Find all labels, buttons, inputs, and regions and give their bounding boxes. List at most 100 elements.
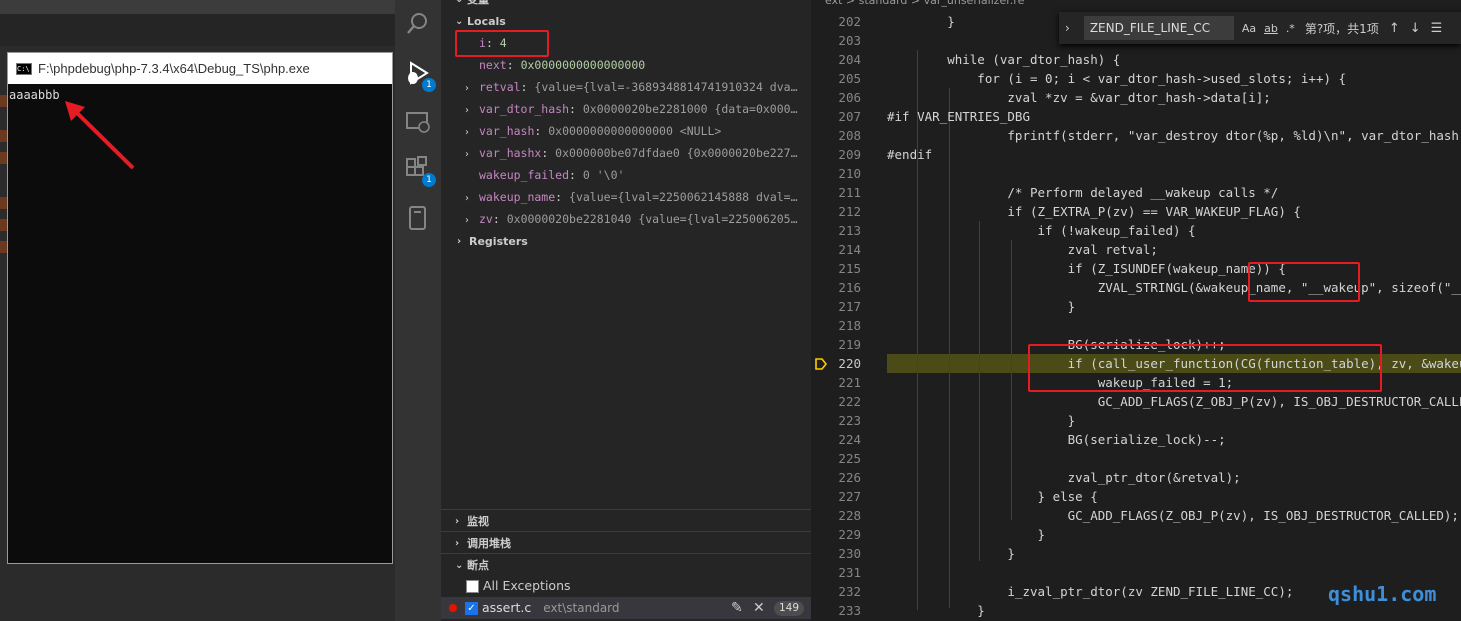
code-line[interactable]: } xyxy=(887,544,1015,563)
line-number[interactable]: 217 xyxy=(811,297,861,316)
line-number[interactable]: 211 xyxy=(811,183,861,202)
chevron-right-icon[interactable]: › xyxy=(465,78,479,98)
locals-header[interactable]: ⌄ Locals xyxy=(441,10,811,32)
previous-match-button[interactable]: ↑ xyxy=(1389,21,1400,36)
line-number[interactable]: 209 xyxy=(811,145,861,164)
chevron-right-icon[interactable]: › xyxy=(465,144,479,164)
breakpoint-checkbox[interactable]: ✓ xyxy=(465,601,478,615)
regex-toggle[interactable]: .* xyxy=(1286,22,1295,35)
line-number[interactable]: 227 xyxy=(811,487,861,506)
line-number[interactable]: 215 xyxy=(811,259,861,278)
registers-header[interactable]: › Registers xyxy=(441,230,811,252)
all-exceptions-checkbox[interactable] xyxy=(466,579,479,593)
line-number[interactable]: 205 xyxy=(811,69,861,88)
extensions-icon[interactable]: 1 xyxy=(404,155,436,187)
code-line[interactable]: for (i = 0; i < var_dtor_hash->used_slot… xyxy=(887,69,1346,88)
code-line[interactable]: BG(serialize_lock)--; xyxy=(887,430,1226,449)
code-line[interactable]: fprintf(stderr, "var_destroy dtor(%p, %l… xyxy=(887,126,1461,145)
line-number[interactable]: 219 xyxy=(811,335,861,354)
code-line[interactable]: if (Z_ISUNDEF(wakeup_name)) { xyxy=(887,259,1286,278)
code-line[interactable]: while (var_dtor_hash) { xyxy=(887,50,1120,69)
line-number[interactable]: 229 xyxy=(811,525,861,544)
console-titlebar[interactable]: C:\ F:\phpdebug\php-7.3.4\x64\Debug_TS\p… xyxy=(8,53,392,84)
code-line[interactable]: } xyxy=(887,297,1076,316)
line-number[interactable]: 230 xyxy=(811,544,861,563)
chevron-right-icon[interactable]: › xyxy=(465,100,479,120)
breakpoints-section-header[interactable]: ⌄ 断点 xyxy=(441,554,811,576)
line-number[interactable]: 221 xyxy=(811,373,861,392)
close-icon[interactable]: ✕ xyxy=(753,597,765,619)
variable-row[interactable]: wakeup_failed: 0 '\0' xyxy=(441,164,811,186)
code-line[interactable]: if (call_user_function(CG(function_table… xyxy=(887,354,1461,373)
variable-row[interactable]: › wakeup_name: {value={lval=2250062145888… xyxy=(441,186,811,208)
line-number[interactable]: 203 xyxy=(811,31,861,50)
variable-row[interactable]: › retval: {value={lval=-36893488147419103… xyxy=(441,76,811,98)
variable-row[interactable]: › var_dtor_hash: 0x0000020be2281000 {data… xyxy=(441,98,811,120)
breadcrumb[interactable]: ext > standard > var_unserializer.re xyxy=(825,0,1024,8)
code-editor[interactable]: ext > standard > var_unserializer.re 202… xyxy=(811,0,1461,621)
variable-row[interactable]: › var_hashx: 0x000000be07dfdae0 {0x000002… xyxy=(441,142,811,164)
code-line[interactable]: zval retval; xyxy=(887,240,1158,259)
code-line[interactable]: #if VAR_ENTRIES_DBG xyxy=(887,107,1030,126)
line-number[interactable]: 214 xyxy=(811,240,861,259)
chevron-right-icon[interactable]: › xyxy=(465,188,479,208)
code-line[interactable]: zval_ptr_dtor(&retval); xyxy=(887,468,1241,487)
code-line[interactable]: #endif xyxy=(887,145,932,164)
code-line[interactable]: i_zval_ptr_dtor(zv ZEND_FILE_LINE_CC); xyxy=(887,582,1293,601)
search-icon[interactable] xyxy=(404,10,432,38)
line-number[interactable]: 210 xyxy=(811,164,861,183)
code-line[interactable]: } xyxy=(887,411,1076,430)
code-line[interactable]: GC_ADD_FLAGS(Z_OBJ_P(zv), IS_OBJ_DESTRUC… xyxy=(887,506,1459,525)
line-number[interactable]: 216 xyxy=(811,278,861,297)
line-number[interactable]: 208 xyxy=(811,126,861,145)
code-line[interactable]: wakeup_failed = 1; xyxy=(887,373,1233,392)
line-number[interactable]: 228 xyxy=(811,506,861,525)
chevron-right-icon[interactable]: › xyxy=(465,122,479,142)
edit-icon[interactable]: ✎ xyxy=(731,597,743,619)
code-line[interactable]: ZVAL_STRINGL(&wakeup_name, "__wakeup", s… xyxy=(887,278,1461,297)
breakpoint-item[interactable]: ✓ assert.c ext\standard ✎ ✕ 149 xyxy=(441,597,811,619)
line-number[interactable]: 202 xyxy=(811,12,861,31)
line-number[interactable]: 232 xyxy=(811,582,861,601)
debug-icon[interactable]: 1 xyxy=(404,60,436,92)
code-line[interactable]: /* Perform delayed __wakeup calls */ xyxy=(887,183,1278,202)
variable-row[interactable]: › var_hash: 0x0000000000000000 <NULL> xyxy=(441,120,811,142)
code-line[interactable]: } xyxy=(887,12,955,31)
watch-section-header[interactable]: › 监视 xyxy=(441,510,811,532)
all-exceptions-breakpoint[interactable]: All Exceptions xyxy=(441,575,811,597)
line-number[interactable]: 218 xyxy=(811,316,861,335)
find-input[interactable]: ZEND_FILE_LINE_CC xyxy=(1083,16,1234,40)
line-number[interactable]: 231 xyxy=(811,563,861,582)
chevron-right-icon[interactable]: › xyxy=(465,210,479,230)
line-number[interactable]: 213 xyxy=(811,221,861,240)
line-number[interactable]: 212 xyxy=(811,202,861,221)
callstack-section-header[interactable]: › 调用堆栈 xyxy=(441,532,811,554)
code-line[interactable]: } xyxy=(887,525,1046,544)
line-number[interactable]: 204 xyxy=(811,50,861,69)
match-case-toggle[interactable]: Aa xyxy=(1242,22,1256,35)
variable-row[interactable]: i: 4 xyxy=(441,32,811,54)
code-line[interactable]: zval *zv = &var_dtor_hash->data[i]; xyxy=(887,88,1270,107)
find-widget[interactable]: › ZEND_FILE_LINE_CC Aa ab .* 第?项，共1项 ↑ ↓… xyxy=(1059,12,1461,44)
next-match-button[interactable]: ↓ xyxy=(1410,21,1421,36)
line-number[interactable]: 220 xyxy=(811,354,861,373)
line-number[interactable]: 206 xyxy=(811,88,861,107)
line-number[interactable]: 226 xyxy=(811,468,861,487)
code-line[interactable]: } else { xyxy=(887,487,1098,506)
line-number[interactable]: 222 xyxy=(811,392,861,411)
code-line[interactable]: GC_ADD_FLAGS(Z_OBJ_P(zv), IS_OBJ_DESTRUC… xyxy=(887,392,1461,411)
line-number[interactable]: 225 xyxy=(811,449,861,468)
variables-section-header[interactable]: ⌄变量 xyxy=(441,0,811,10)
line-number[interactable]: 223 xyxy=(811,411,861,430)
code-line[interactable]: BG(serialize_lock)++; xyxy=(887,335,1226,354)
device-icon[interactable] xyxy=(404,204,432,232)
line-number[interactable]: 207 xyxy=(811,107,861,126)
chevron-right-icon[interactable]: › xyxy=(1065,21,1070,35)
variable-row[interactable]: next: 0x0000000000000000 xyxy=(441,54,811,76)
code-line[interactable]: } xyxy=(887,601,985,620)
code-line[interactable]: if (!wakeup_failed) { xyxy=(887,221,1196,240)
match-word-toggle[interactable]: ab xyxy=(1264,22,1278,35)
variable-row[interactable]: › zv: 0x0000020be2281040 {value={lval=225… xyxy=(441,208,811,230)
find-menu-button[interactable]: ☰ xyxy=(1431,21,1443,36)
remote-explorer-icon[interactable] xyxy=(404,108,432,136)
